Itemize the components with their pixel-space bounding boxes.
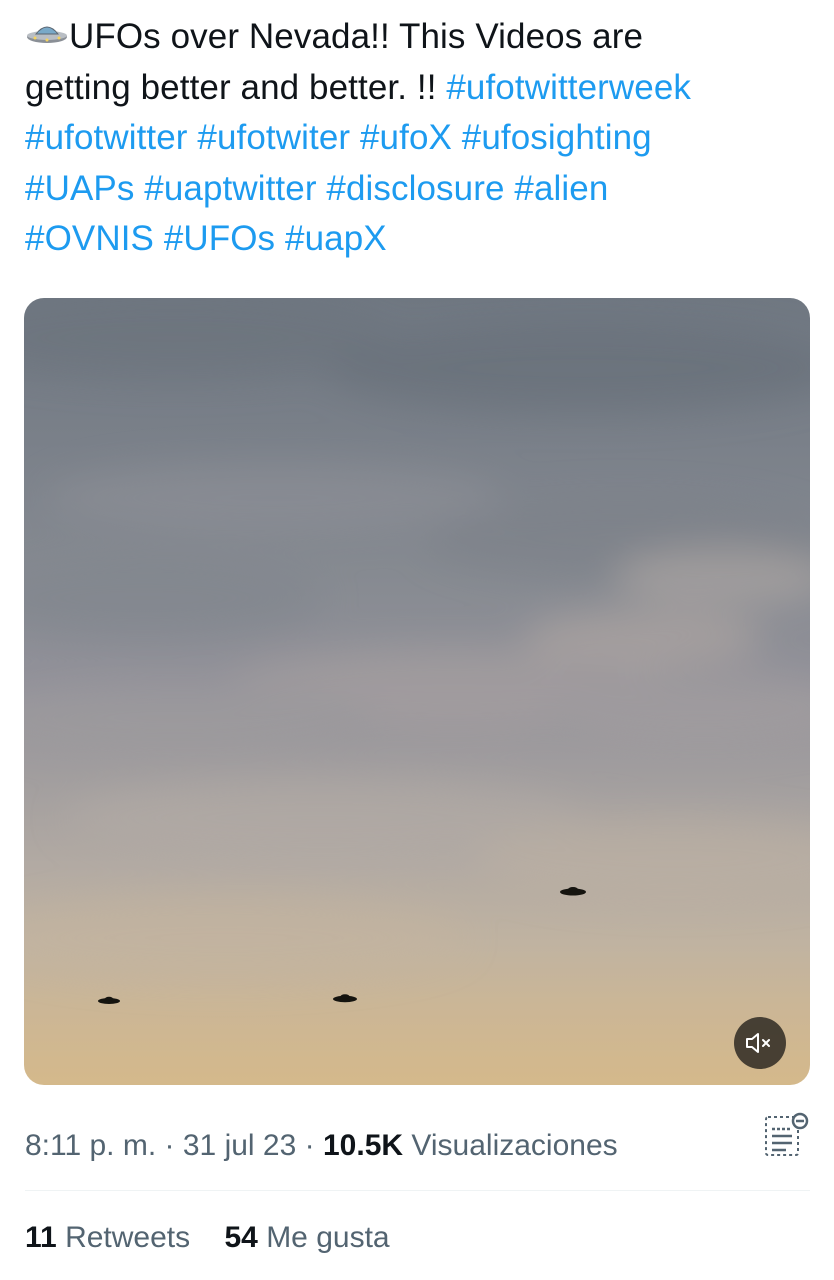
tweet-text-line-4: #UAPs #uaptwitter #disclosure #alien [25,164,815,215]
cloud-layer [24,298,810,978]
tweet-date[interactable]: 31 jul 23 [183,1129,296,1162]
divider [25,1190,810,1191]
hashtag-link[interactable]: #alien [514,169,608,208]
hashtag-link[interactable]: #ufosighting [462,118,652,157]
tweet-stats: 11 Retweets 54 Me gusta [25,1216,390,1260]
tweet-text-line-1-content: UFOs over Nevada!! This Videos are [69,17,644,56]
tweet-text-line-5: #OVNIS #UFOs #uapX [25,214,815,265]
mute-toggle-button[interactable] [734,1017,786,1069]
flying-saucer-icon [25,14,69,44]
tweet-meta: 8:11 p. m. · 31 jul 23 · 10.5K Visualiza… [25,1124,618,1168]
tweet-text-line-3: #ufotwitter #ufotwiter #ufoX #ufosightin… [25,113,815,164]
speaker-muted-icon [746,1033,770,1053]
likes-stat[interactable]: 54 Me gusta [224,1216,389,1260]
hashtag-link[interactable]: #ufotwitter [25,118,188,157]
retweets-label: Retweets [65,1221,191,1254]
hashtag-link[interactable]: #UFOs [164,219,275,258]
likes-label: Me gusta [266,1221,390,1254]
tweet-text: UFOs over Nevada!! This Videos are getti… [25,12,815,265]
views-count: 10.5K [323,1129,404,1162]
hashtag-link[interactable]: #UAPs [25,169,134,208]
views-label: Visualizaciones [411,1129,618,1162]
retweets-stat[interactable]: 11 Retweets [25,1216,190,1260]
hashtag-link[interactable]: #disclosure [326,169,504,208]
video-player[interactable] [24,298,810,1085]
view-analytics-icon[interactable] [760,1109,812,1161]
likes-count: 54 [224,1221,258,1254]
meta-separator: · [164,1129,175,1162]
video-frame [24,298,810,1004]
hashtag-link[interactable]: #OVNIS [25,219,154,258]
tweet-text-line-1: UFOs over Nevada!! This Videos are [25,12,815,63]
retweets-count: 11 [25,1221,57,1254]
hashtag-link[interactable]: #uaptwitter [144,169,316,208]
hashtag-link[interactable]: #ufotwitterweek [446,68,691,107]
hashtag-link[interactable]: #ufoX [360,118,452,157]
tweet-time[interactable]: 8:11 p. m. [25,1129,156,1162]
meta-separator: · [304,1129,315,1162]
tweet-text-line-2-content: getting better and better. !! [25,67,447,107]
hashtag-link[interactable]: #ufotwiter [197,118,350,157]
tweet-text-line-2: getting better and better. !! #ufotwitte… [25,63,815,114]
hashtag-link[interactable]: #uapX [285,219,387,258]
